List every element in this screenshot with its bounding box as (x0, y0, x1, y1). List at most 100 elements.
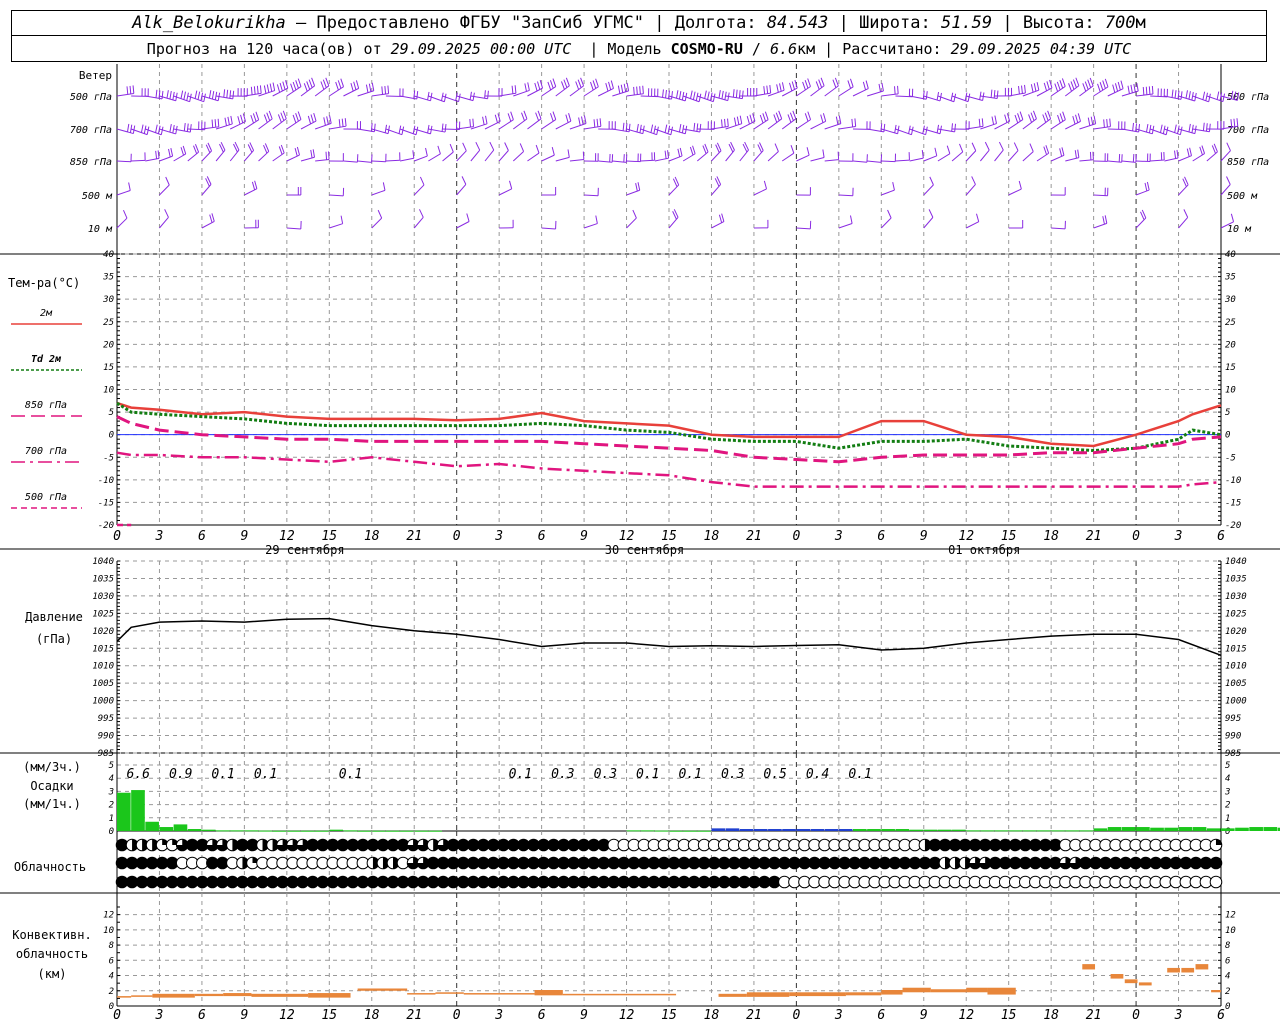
precip-bar (895, 829, 910, 831)
y-tick-label-left: -15 (98, 498, 114, 508)
wind-barb-flag (971, 142, 977, 151)
x-tick-label: 0 (113, 529, 121, 544)
wind-barb-flag (509, 180, 513, 189)
y-tick-label-right: 2 (1225, 801, 1230, 811)
y-tick-label-left: 8 (109, 941, 114, 951)
wind-barb-flag (1046, 81, 1050, 90)
wind-barb-flag (595, 78, 599, 87)
wind-barb-shaft (329, 194, 344, 197)
y-tick-label-left: 1 (109, 814, 114, 824)
wind-barb-flag (790, 144, 795, 154)
wind-barb-flag (727, 118, 729, 127)
wind-barb-flag (373, 123, 376, 132)
wind-barb-flag (335, 81, 339, 91)
wind-barb-flag (266, 84, 270, 93)
wind-barb-flag (549, 113, 554, 122)
wind-barb-shaft (923, 217, 934, 229)
wind-barb-flag (635, 183, 638, 192)
y-tick-label-right: 15 (1225, 363, 1236, 373)
conv-bar (1124, 979, 1138, 984)
wind-barb-flag (282, 81, 286, 90)
conv-bar (746, 992, 790, 997)
wind-barb-flag (303, 83, 308, 92)
wind-barb-flag (678, 91, 682, 100)
wind-barb-flag (1059, 79, 1064, 89)
conv-bar (789, 992, 846, 997)
x-tick-label: 12 (958, 1008, 974, 1023)
wind-barb-flag (1114, 83, 1119, 92)
wind-barb-flag (296, 146, 300, 156)
wind-barb-flag (633, 86, 635, 96)
wind-barb-flag (577, 79, 582, 88)
wind-barb-flag (815, 81, 820, 90)
wind-barb-flag (340, 215, 344, 224)
precip-bar (937, 829, 952, 831)
wind-barb-flag (310, 114, 314, 123)
wind-barb-flag (639, 86, 641, 95)
y-tick-label-left: 10 (103, 926, 114, 936)
wind-barb-flag (384, 85, 387, 95)
wind-barb-flag (297, 78, 302, 87)
conv-bar (463, 993, 535, 995)
wind-barb-flag (381, 86, 384, 95)
wind-barb-flag (671, 91, 673, 100)
wind-barb-flag (482, 116, 485, 125)
wind-barb-flag (1047, 110, 1052, 120)
y-tick-label-left: 1020 (92, 627, 114, 637)
wind-barb-flag (425, 147, 428, 157)
wind-barb-shaft (357, 90, 374, 97)
wind-barb-flag (582, 151, 585, 160)
precip-bar (315, 830, 329, 832)
wind-barb-flag (735, 89, 738, 98)
wind-barb-flag (804, 113, 809, 122)
precip-bar (697, 830, 711, 832)
wind-barb-flag (552, 78, 557, 87)
wind-barb-flag (365, 84, 369, 93)
x-tick-label: 18 (704, 1008, 720, 1023)
wind-barb-flag (1070, 81, 1075, 90)
wind-barb-shaft (385, 159, 400, 162)
wind-barb-flag (1189, 147, 1192, 156)
wind-barb-shaft (413, 216, 424, 229)
x-tick-label: 6 (877, 1008, 885, 1023)
x-tick-label: 12 (619, 529, 635, 544)
precip-bar (711, 828, 726, 831)
x-tick-label: 9 (920, 529, 928, 544)
x-tick-label: 0 (1132, 529, 1140, 544)
wind-barb-flag (344, 118, 347, 127)
wind-barb-shaft (1008, 150, 1019, 162)
wind-barb-flag (762, 113, 767, 122)
wind-barb-flag (928, 209, 934, 218)
meteogram: Alk_Belokurikha – Предоставлено ФГБУ "За… (0, 0, 1280, 1024)
precip-bar (753, 829, 768, 831)
x-tick-label: 3 (494, 529, 503, 544)
precip-unit-3h: (мм/3ч.) (23, 760, 81, 774)
y-tick-label-left: 35 (102, 273, 114, 283)
wind-barb-flag (617, 85, 621, 94)
conv-bar (902, 987, 931, 993)
precip-bar (1107, 827, 1122, 831)
x-tick-label: 0 (453, 1008, 461, 1023)
x-tick-label: 3 (834, 1008, 843, 1023)
wind-barb-shaft (994, 149, 1004, 162)
wind-barb-flag (929, 176, 934, 186)
wind-barb-flag (458, 93, 461, 102)
wind-barb-flag (593, 119, 596, 128)
precip-bar (1263, 827, 1278, 831)
wind-barb-flag (251, 181, 256, 190)
cloud-symbol (1209, 875, 1223, 889)
x-tick-label: 18 (1043, 1008, 1059, 1023)
conv-bar (357, 988, 408, 991)
precip-amount-label: 0.5 (763, 767, 787, 782)
wind-barb-shaft (498, 188, 512, 196)
wind-barb-flag (883, 123, 886, 132)
wind-barb-flag (1176, 149, 1179, 159)
wind-barb-flag (789, 82, 793, 92)
conv-bar (987, 987, 1016, 995)
y-tick-label-left: 1025 (92, 609, 114, 619)
wind-barb-shaft (598, 88, 614, 97)
wind-barb-flag (1186, 148, 1190, 157)
wind-barb-flag (161, 90, 164, 99)
wind-barb-flag (514, 85, 517, 94)
wind-barb-flag (419, 209, 424, 218)
